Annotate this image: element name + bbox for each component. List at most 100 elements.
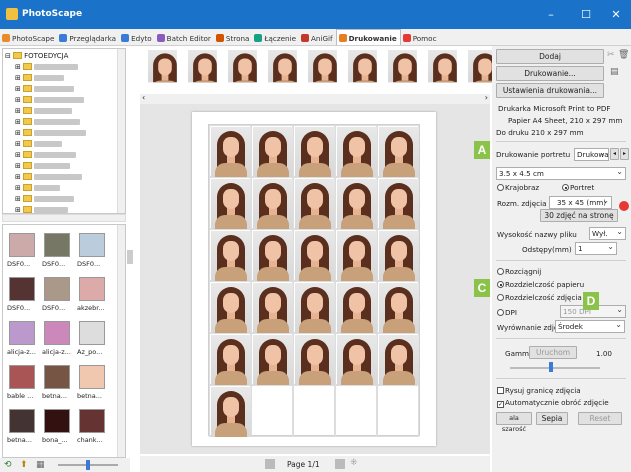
grid-cell[interactable] xyxy=(377,177,419,229)
strip-photo[interactable] xyxy=(268,50,302,88)
strip-photo[interactable] xyxy=(228,50,262,88)
grid-cell[interactable] xyxy=(335,229,377,281)
tab-4[interactable]: Strona xyxy=(214,30,253,45)
tree-folder-row[interactable]: ⊞ xyxy=(15,194,75,205)
thumbnail[interactable] xyxy=(9,321,35,349)
tab-6[interactable]: AniGif xyxy=(299,30,336,45)
tree-hscrollbar[interactable] xyxy=(2,214,126,222)
splitter-handle[interactable] xyxy=(127,250,133,264)
thumbnail[interactable] xyxy=(79,409,105,437)
thumbnail[interactable] xyxy=(9,233,35,261)
minimize-button[interactable]: – xyxy=(531,0,571,29)
expand-icon[interactable]: ⊞ xyxy=(15,85,23,93)
tab-8[interactable]: Pomoc xyxy=(401,30,440,45)
strip-photo[interactable] xyxy=(148,50,182,88)
grid-cell[interactable] xyxy=(293,281,335,333)
tab-0[interactable]: PhotoScape xyxy=(0,30,57,45)
gamma-run-button[interactable]: Uruchom xyxy=(529,346,577,359)
tab-3[interactable]: Batch Editor xyxy=(155,30,214,45)
tree-folder-row[interactable]: ⊞ xyxy=(15,205,69,213)
grid-cell[interactable] xyxy=(209,385,251,437)
thumbnail[interactable] xyxy=(44,409,70,437)
filename-height-select[interactable]: Wył. xyxy=(589,227,626,240)
expand-icon[interactable]: ⊞ xyxy=(15,63,23,71)
scroll-right-icon[interactable]: › xyxy=(485,93,488,102)
expand-icon[interactable]: ⊞ xyxy=(15,96,23,104)
per-page-button[interactable]: 30 zdjęć na stronę xyxy=(540,209,618,222)
gamma-slider-handle[interactable] xyxy=(549,362,553,372)
tree-folder-row[interactable]: ⊞ xyxy=(15,62,79,73)
grid-cell[interactable] xyxy=(209,281,251,333)
thumbnail[interactable] xyxy=(79,277,105,305)
strip-photo[interactable] xyxy=(348,50,382,88)
mode-next-button[interactable]: ▸ xyxy=(620,148,629,160)
view-icon[interactable]: ▦ xyxy=(36,460,45,470)
grid-cell[interactable] xyxy=(335,281,377,333)
printer-icon[interactable]: ▤ xyxy=(610,67,619,77)
photo-resolution-radio[interactable]: Rozdzielczość zdjęcia xyxy=(497,293,582,302)
grid-cell[interactable] xyxy=(209,229,251,281)
grid-cell[interactable] xyxy=(251,229,293,281)
tree-folder-row[interactable]: ⊞ xyxy=(15,84,75,95)
tree-folder-row[interactable]: ⊞ xyxy=(15,95,85,106)
unlink-icon[interactable]: ✂ xyxy=(607,50,615,60)
folder-tree[interactable]: ⊟ FOTOEDYCJA ⊞ ⊞ ⊞ ⊞ ⊞ ⊞ ⊞ ⊞ ⊞ ⊞ ⊞ ⊞ ⊞ ⊞ xyxy=(2,48,126,214)
prev-page-button[interactable] xyxy=(265,459,275,469)
tree-root[interactable]: ⊟ FOTOEDYCJA xyxy=(5,51,68,62)
grid-cell[interactable] xyxy=(209,333,251,385)
thumbnail[interactable] xyxy=(44,365,70,393)
draw-border-checkbox[interactable]: Rysuj granicę zdjęcia xyxy=(497,386,581,395)
portrait-radio[interactable]: Portret xyxy=(562,183,594,192)
landscape-radio[interactable]: Krajobraz xyxy=(497,183,539,192)
photo-size-field[interactable]: 35 x 45 (mm) xyxy=(549,196,612,209)
grid-cell[interactable] xyxy=(209,125,251,177)
expand-icon[interactable]: ⊞ xyxy=(15,206,23,213)
strip-scrollbar[interactable]: ‹ › xyxy=(140,93,490,104)
print-button[interactable]: Drukowanie... xyxy=(496,66,604,81)
expand-icon[interactable]: ⊞ xyxy=(15,151,23,159)
thumbnail[interactable] xyxy=(44,321,70,349)
tree-folder-row[interactable]: ⊞ xyxy=(15,150,77,161)
expand-icon[interactable]: ⊞ xyxy=(15,162,23,170)
grid-cell[interactable] xyxy=(335,177,377,229)
tree-folder-row[interactable]: ⊞ xyxy=(15,172,83,183)
grid-cell[interactable] xyxy=(377,229,419,281)
thumbnail[interactable] xyxy=(9,277,35,305)
thumbnail-list[interactable]: DSF0... DSF0... DSF0... DSF0... DSF0... akzeb… xyxy=(2,224,126,458)
grid-cell[interactable] xyxy=(377,281,419,333)
thumbnail[interactable] xyxy=(79,233,105,261)
refresh-icon[interactable]: ⟲ xyxy=(4,460,12,470)
grid-cell[interactable] xyxy=(377,385,419,437)
paper-resolution-radio[interactable]: Rozdzielczość papieru xyxy=(497,280,584,289)
reset-button[interactable]: Reset xyxy=(578,412,622,425)
grid-cell[interactable] xyxy=(251,281,293,333)
expand-icon[interactable]: ⊞ xyxy=(15,74,23,82)
tab-2[interactable]: Edyto xyxy=(119,30,155,45)
tab-7[interactable]: Drukowanie xyxy=(335,29,401,45)
auto-rotate-checkbox[interactable]: ✓ Automatycznie obróć zdjęcie xyxy=(497,398,609,408)
grid-cell[interactable] xyxy=(335,333,377,385)
align-select[interactable]: Środek xyxy=(555,320,625,333)
thumbs-scrollbar[interactable] xyxy=(117,225,125,457)
mode-select[interactable]: Drukowa xyxy=(574,148,609,161)
expand-icon[interactable]: ⊞ xyxy=(15,129,23,137)
trash-icon[interactable]: 🗑 xyxy=(618,50,629,60)
grid-cell[interactable] xyxy=(335,385,377,437)
tree-folder-row[interactable]: ⊞ xyxy=(15,183,61,194)
tree-folder-row[interactable]: ⊞ xyxy=(15,161,71,172)
tree-folder-row[interactable]: ⊞ xyxy=(15,139,63,150)
gamma-slider[interactable] xyxy=(510,367,600,369)
grid-cell[interactable] xyxy=(293,229,335,281)
expand-icon[interactable]: ⊞ xyxy=(15,107,23,115)
thumbnail[interactable] xyxy=(9,409,35,437)
thumbnail[interactable] xyxy=(79,365,105,393)
strip-photo[interactable] xyxy=(428,50,462,88)
scroll-left-icon[interactable]: ‹ xyxy=(142,93,145,102)
sepia-button[interactable]: Sepia xyxy=(536,412,568,425)
thumbnail[interactable] xyxy=(9,365,35,393)
size-select[interactable]: 3.5 x 4.5 cm xyxy=(496,167,626,180)
tab-5[interactable]: Łączenie xyxy=(252,30,299,45)
grid-cell[interactable] xyxy=(251,125,293,177)
thumb-size-handle[interactable] xyxy=(86,460,90,470)
tree-folder-row[interactable]: ⊞ xyxy=(15,128,87,139)
